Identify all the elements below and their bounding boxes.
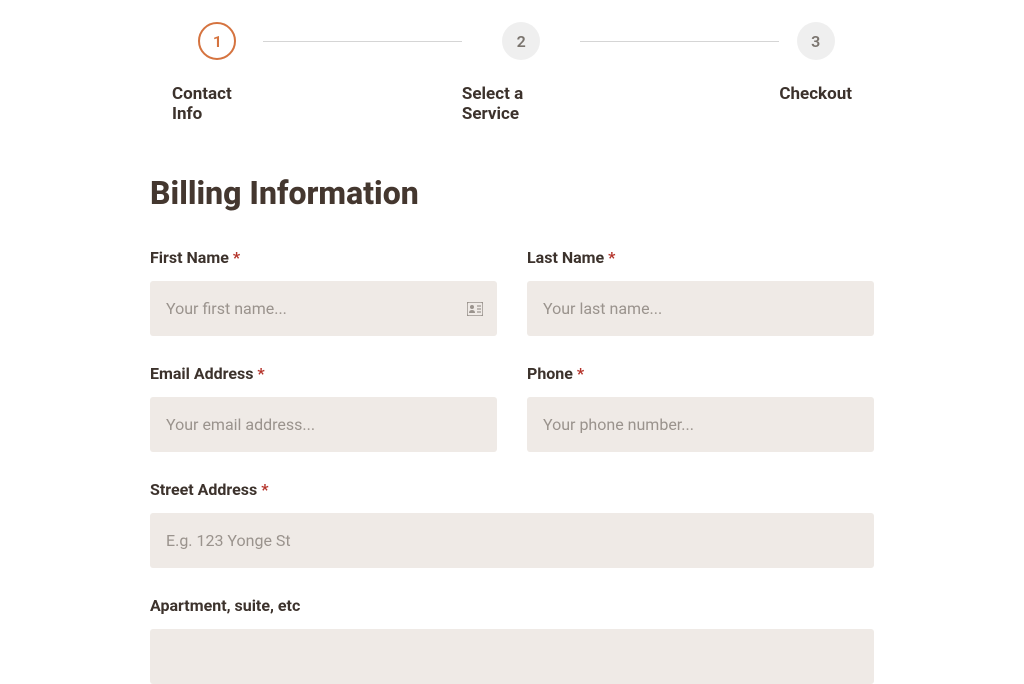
- email-input[interactable]: [150, 397, 497, 452]
- form-row-contact: Email Address * Phone *: [150, 364, 874, 452]
- step-label-1: Contact Info: [172, 84, 263, 124]
- step-circle-1: 1: [198, 22, 236, 60]
- input-wrapper: [527, 281, 874, 336]
- step-circle-3: 3: [797, 22, 835, 60]
- input-wrapper: [150, 397, 497, 452]
- form-title: Billing Information: [150, 174, 874, 212]
- input-wrapper: [150, 281, 497, 336]
- last-name-input[interactable]: [527, 281, 874, 336]
- form-group-email: Email Address *: [150, 364, 497, 452]
- form-row-apartment: Apartment, suite, etc: [150, 596, 874, 684]
- form-row-street: Street Address *: [150, 480, 874, 568]
- step-contact-info[interactable]: 1 Contact Info: [172, 22, 263, 124]
- phone-label: Phone *: [527, 364, 874, 383]
- form-group-phone: Phone *: [527, 364, 874, 452]
- input-wrapper: [150, 629, 874, 684]
- step-label-2: Select a Service: [462, 84, 580, 124]
- street-label: Street Address *: [150, 480, 874, 499]
- step-select-service[interactable]: 2 Select a Service: [462, 22, 580, 124]
- last-name-label: Last Name *: [527, 248, 874, 267]
- step-circle-2: 2: [502, 22, 540, 60]
- apartment-input[interactable]: [150, 629, 874, 684]
- phone-input[interactable]: [527, 397, 874, 452]
- step-checkout[interactable]: 3 Checkout: [779, 22, 852, 104]
- first-name-input[interactable]: [150, 281, 497, 336]
- step-label-3: Checkout: [779, 84, 852, 104]
- form-group-last-name: Last Name *: [527, 248, 874, 336]
- street-input[interactable]: [150, 513, 874, 568]
- step-line: [580, 41, 779, 42]
- form-group-first-name: First Name *: [150, 248, 497, 336]
- form-group-street: Street Address *: [150, 480, 874, 568]
- input-wrapper: [150, 513, 874, 568]
- input-wrapper: [527, 397, 874, 452]
- first-name-label: First Name *: [150, 248, 497, 267]
- apartment-label: Apartment, suite, etc: [150, 596, 874, 615]
- step-line: [263, 41, 462, 42]
- stepper: 1 Contact Info 2 Select a Service 3 Chec…: [172, 0, 852, 124]
- email-label: Email Address *: [150, 364, 497, 383]
- form-row-name: First Name * Last Name *: [150, 248, 874, 336]
- billing-form: Billing Information First Name * Last: [0, 174, 1024, 684]
- form-group-apartment: Apartment, suite, etc: [150, 596, 874, 684]
